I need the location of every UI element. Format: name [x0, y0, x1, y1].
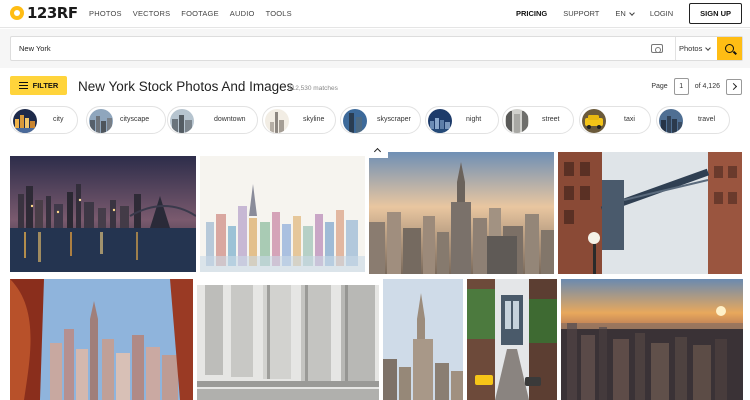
search-input[interactable]: New York [19, 44, 51, 53]
logo-text: 123RF [27, 4, 78, 22]
page-total: of 4,126 [694, 83, 720, 90]
chip-city[interactable]: city [10, 106, 78, 134]
nav-footage[interactable]: FOOTAGE [181, 9, 219, 18]
logo-mark-icon [10, 6, 24, 20]
chip-taxi[interactable]: taxi [579, 106, 651, 134]
travel-thumb-icon [659, 108, 683, 133]
chip-label: street [542, 116, 560, 123]
taxi-thumb-icon [582, 108, 606, 133]
skyline-thumb-icon [265, 108, 289, 133]
media-type-label: Photos [679, 44, 703, 53]
language-select[interactable]: EN [615, 9, 635, 18]
chip-label: skyline [303, 116, 325, 123]
photo-empire-state-vertical[interactable] [383, 279, 463, 400]
search-button[interactable] [717, 37, 742, 60]
chip-downtown[interactable]: downtown [167, 106, 258, 134]
photo-watercolor-skyline[interactable] [200, 156, 365, 272]
nav-vectors[interactable]: VECTORS [133, 9, 171, 18]
login-link[interactable]: LOGIN [650, 9, 673, 18]
chip-travel[interactable]: travel [656, 106, 730, 134]
filter-icon [18, 82, 28, 90]
chip-label: taxi [624, 116, 635, 123]
chip-label: skyscraper [377, 116, 411, 123]
photo-manhattan-night-skyline[interactable] [10, 156, 196, 272]
main-nav: PHOTOS VECTORS FOOTAGE AUDIO TOOLS [89, 9, 292, 18]
language-label: EN [615, 9, 626, 18]
chip-cityscape[interactable]: cityscape [86, 106, 166, 134]
page-input[interactable]: 1 [673, 78, 689, 95]
nav-audio[interactable]: AUDIO [230, 9, 255, 18]
filter-button[interactable]: FILTER [10, 76, 67, 95]
camera-icon[interactable] [651, 44, 663, 53]
chevron-right-icon [729, 82, 737, 91]
chip-skyscraper[interactable]: skyscraper [340, 106, 421, 134]
night-thumb-icon [428, 108, 452, 133]
chevron-up-icon [373, 147, 382, 156]
media-type-select[interactable]: Photos [679, 44, 712, 53]
street-thumb-icon [505, 108, 529, 133]
chip-label: city [53, 116, 64, 123]
photo-columns[interactable] [197, 285, 379, 400]
chip-night[interactable]: night [425, 106, 499, 134]
chip-label: cityscape [120, 116, 150, 123]
search-area: New York Photos [0, 29, 750, 68]
logo[interactable]: 123RF [10, 5, 78, 21]
nav-photos[interactable]: PHOTOS [89, 9, 122, 18]
search-divider [675, 37, 676, 60]
pagination: Page 1 of 4,126 [651, 78, 742, 95]
next-page-button[interactable] [726, 78, 742, 95]
skyscraper-thumb-icon [343, 108, 367, 133]
chip-street[interactable]: street [502, 106, 574, 134]
cityscape-thumb-icon [89, 108, 113, 133]
search-bar: New York Photos [10, 36, 743, 61]
nav-tools[interactable]: TOOLS [266, 9, 292, 18]
page-title: New York Stock Photos And Images [78, 79, 294, 94]
chevron-down-icon [628, 9, 635, 16]
downtown-thumb-icon [170, 108, 194, 133]
photo-window-view-city[interactable] [10, 279, 193, 400]
collapse-chips-button[interactable] [367, 142, 388, 158]
chip-label: travel [698, 116, 716, 123]
filter-label: FILTER [32, 81, 59, 90]
pricing-link[interactable]: PRICING [516, 9, 547, 18]
photo-empire-state-sunset[interactable] [369, 152, 554, 274]
chevron-down-icon [705, 44, 712, 51]
account-nav: PRICING SUPPORT EN LOGIN SIGN UP [516, 3, 742, 24]
photo-manhattan-bridge[interactable] [558, 152, 742, 274]
page-label: Page [651, 83, 668, 90]
chip-label: downtown [214, 116, 246, 123]
signup-button[interactable]: SIGN UP [689, 3, 742, 24]
search-icon [725, 44, 734, 53]
chip-label: night [466, 116, 482, 123]
photo-aerial-sunset[interactable] [561, 279, 743, 400]
photo-dumbo-street[interactable] [467, 279, 557, 400]
city-night-thumb-icon [13, 108, 37, 133]
top-navigation: 123RF PHOTOS VECTORS FOOTAGE AUDIO TOOLS… [0, 0, 750, 28]
support-link[interactable]: SUPPORT [563, 9, 599, 18]
chip-skyline[interactable]: skyline [262, 106, 336, 134]
match-count: 412,530 matches [288, 85, 338, 92]
